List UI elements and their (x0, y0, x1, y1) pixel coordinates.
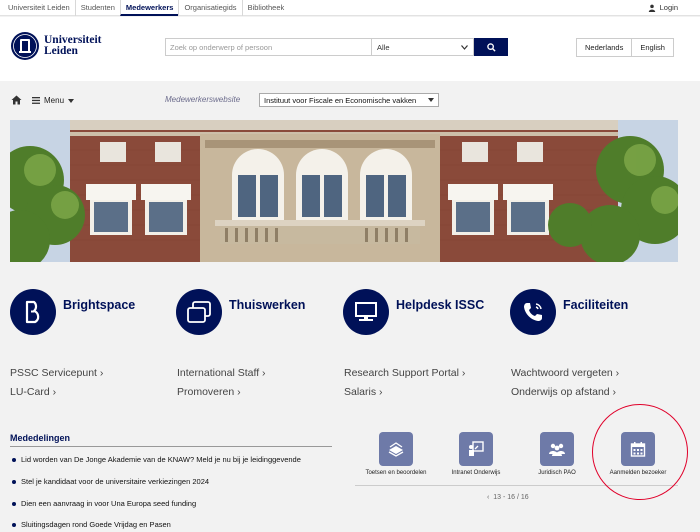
hero-image (10, 120, 678, 262)
link-research-support-portal[interactable]: Research Support Portal › (344, 367, 465, 379)
group-icon (540, 432, 574, 466)
site-links: Universiteit Leiden Studenten Medewerker… (8, 0, 289, 16)
link-label: International Staff (177, 367, 260, 379)
bullet (12, 457, 16, 462)
link-label: Research Support Portal (344, 367, 459, 379)
search-scope-select[interactable]: Alle (371, 38, 474, 56)
brightspace-icon (10, 289, 56, 335)
menu-button[interactable]: Menu (32, 96, 75, 105)
link-promoveren[interactable]: Promoveren › (177, 386, 241, 398)
search-bar: Zoek op onderwerp of persoon Alle (165, 38, 508, 56)
search-input[interactable]: Zoek op onderwerp of persoon (165, 38, 371, 56)
search-button[interactable] (474, 38, 508, 56)
site-select-value: Instituut voor Fiscale en Economische va… (264, 95, 417, 105)
books-icon (379, 432, 413, 466)
language-en[interactable]: English (631, 39, 673, 56)
caret-down-icon (428, 98, 434, 102)
language-switch: Nederlands English (576, 38, 674, 57)
link-international-staff[interactable]: International Staff › (177, 367, 266, 379)
site-select[interactable]: Instituut voor Fiscale en Economische va… (259, 93, 439, 107)
phone-icon (510, 289, 556, 335)
search-icon (486, 42, 496, 52)
tile-helpdesk-issc[interactable]: Helpdesk ISSC (343, 289, 484, 335)
nav-link-studenten[interactable]: Studenten (74, 0, 120, 16)
tile-label: Toetsen en beoordelen (365, 470, 427, 476)
building-photo (10, 120, 678, 262)
link-label: Wachtwoord vergeten (511, 367, 613, 379)
link-label: Salaris (344, 386, 377, 398)
announcement-item[interactable]: Sluitingsdagen rond Goede Vrijdag en Pas… (12, 520, 171, 529)
link-salaris[interactable]: Salaris › (344, 386, 383, 398)
university-logo[interactable]: Universiteit Leiden (10, 31, 101, 61)
nav-link-universiteit-leiden[interactable]: Universiteit Leiden (8, 0, 75, 16)
windows-icon (176, 289, 222, 335)
carousel-pager[interactable]: ‹ 13 - 16 / 16 (487, 494, 529, 501)
announcement-item[interactable]: Dien een aanvraag in voor Una Europa see… (12, 499, 196, 508)
announcement-text: Lid worden van De Jonge Akademie van de … (21, 455, 301, 464)
tile-brightspace-label: Brightspace (63, 298, 136, 312)
login-label: Login (659, 3, 678, 12)
pager-text: 13 - 16 / 16 (493, 494, 529, 501)
link-lu-card[interactable]: LU-Card › (10, 386, 56, 398)
link-label: Promoveren (177, 386, 235, 398)
highlight-annotation (592, 404, 688, 500)
link-label: Onderwijs op afstand (511, 386, 610, 398)
tile-faciliteiten-label: Faciliteiten (563, 298, 629, 312)
tile-toetsen-en-beoordelen[interactable]: Toetsen en beoordelen (356, 432, 436, 476)
link-pssc-servicepunt[interactable]: PSSC Servicepunt › (10, 367, 103, 379)
announcements-title: Mededelingen (10, 433, 71, 443)
user-icon (648, 4, 655, 12)
login-link[interactable]: Login (648, 3, 678, 12)
chevron-left-icon[interactable]: ‹ (487, 494, 489, 501)
link-label: LU-Card (10, 386, 50, 398)
bullet (12, 501, 16, 506)
home-icon[interactable] (11, 95, 22, 105)
university-seal-icon (11, 32, 39, 60)
link-label: PSSC Servicepunt (10, 367, 97, 379)
chevron-down-icon (461, 44, 468, 50)
site-label: Medewerkerswebsite (165, 95, 241, 104)
bullet (12, 479, 16, 484)
tile-thuiswerken[interactable]: Thuiswerken (176, 289, 305, 335)
hamburger-icon (32, 97, 40, 104)
announcement-text: Dien een aanvraag in voor Una Europa see… (21, 499, 197, 508)
announcement-text: Sluitingsdagen rond Goede Vrijdag en Pas… (21, 520, 171, 529)
nav-link-organisatiegids[interactable]: Organisatiegids (178, 0, 241, 16)
tile-thuiswerken-label: Thuiswerken (229, 298, 306, 312)
link-onderwijs-op-afstand[interactable]: Onderwijs op afstand › (511, 386, 616, 398)
nav-link-bibliotheek[interactable]: Bibliotheek (241, 0, 290, 16)
link-wachtwoord-vergeten[interactable]: Wachtwoord vergeten › (511, 367, 619, 379)
tile-intranet-onderwijs[interactable]: Intranet Onderwijs (436, 432, 516, 476)
top-navigation: Universiteit Leiden Studenten Medewerker… (0, 0, 700, 16)
language-nl[interactable]: Nederlands (577, 39, 632, 56)
monitor-icon (343, 289, 389, 335)
tile-helpdesk-issc-label: Helpdesk ISSC (396, 298, 485, 312)
tile-faciliteiten[interactable]: Faciliteiten (510, 289, 628, 335)
search-scope-value: Alle (377, 42, 390, 52)
presentation-icon (459, 432, 493, 466)
announcement-text: Stel je kandidaat voor de universitaire … (21, 477, 210, 486)
divider (10, 446, 332, 447)
logo-line-2: Leiden (44, 45, 78, 57)
announcement-item[interactable]: Lid worden van De Jonge Akademie van de … (12, 455, 301, 464)
menu-label: Menu (44, 96, 65, 105)
tile-label: Juridisch PAO (538, 470, 576, 476)
nav-link-medewerkers[interactable]: Medewerkers (119, 0, 179, 16)
tile-juridisch-pao[interactable]: Juridisch PAO (517, 432, 597, 476)
tile-label: Intranet Onderwijs (451, 470, 501, 476)
bullet (12, 522, 16, 527)
header: Universiteit Leiden Zoek op onderwerp of… (0, 17, 700, 81)
caret-down-icon (68, 98, 75, 103)
tile-brightspace[interactable]: Brightspace (10, 289, 135, 335)
announcement-item[interactable]: Stel je kandidaat voor de universitaire … (12, 477, 209, 486)
sub-navigation: Menu Medewerkerswebsite Instituut voor F… (0, 90, 700, 112)
